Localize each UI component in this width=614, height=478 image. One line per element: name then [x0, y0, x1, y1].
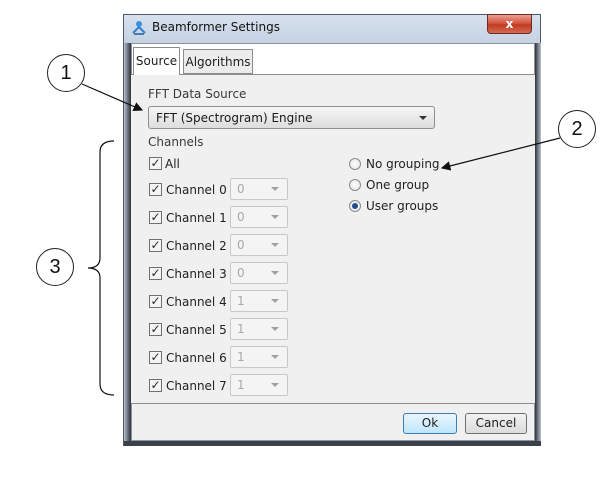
callout-2: 2 [558, 110, 596, 148]
annotation-overlay [81, 83, 561, 396]
callout-2-arrow [440, 137, 561, 171]
callout-3: 3 [36, 248, 74, 286]
callout-1-arrow [81, 83, 144, 112]
callout-1: 1 [47, 54, 85, 92]
callout-3-bracket [87, 140, 115, 396]
